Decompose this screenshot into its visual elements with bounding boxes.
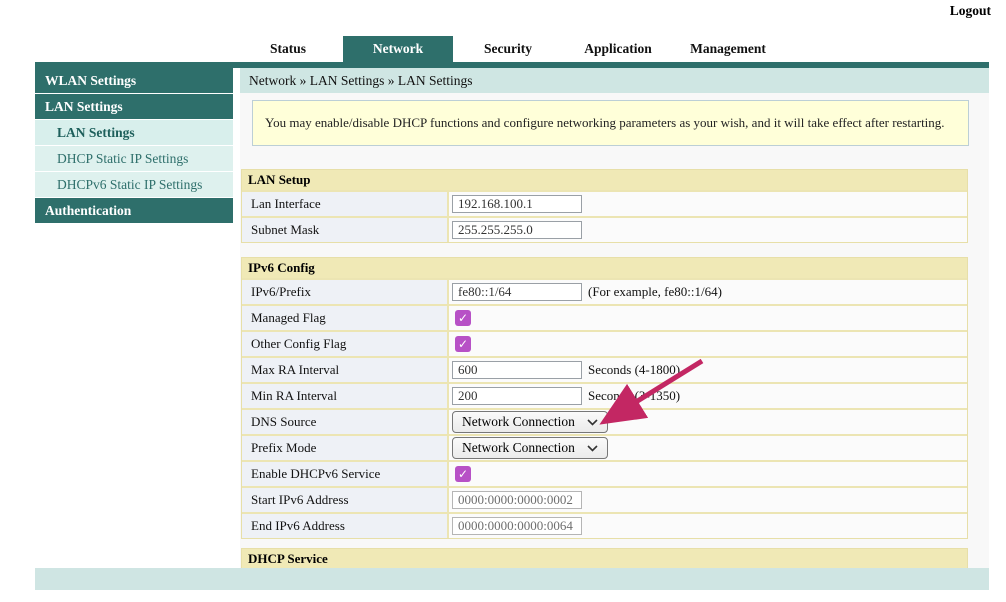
breadcrumb: Network » LAN Settings » LAN Settings (240, 68, 989, 93)
subnet-mask-input[interactable] (452, 221, 582, 239)
sidebar-item-authentication[interactable]: Authentication (35, 198, 233, 223)
managed-flag-checkbox[interactable] (455, 310, 471, 326)
table-row: Subnet Mask (242, 216, 967, 242)
end-ipv6-address-label: End IPv6 Address (242, 514, 449, 538)
dns-source-label: DNS Source (242, 410, 449, 434)
table-row: Enable DHCPv6 Service (242, 460, 967, 486)
tab-management[interactable]: Management (673, 36, 783, 62)
table-row: IPv6/Prefix (For example, fe80::1/64) (242, 278, 967, 304)
dns-source-selected-value: Network Connection (462, 414, 575, 430)
enable-dhcpv6-service-checkbox[interactable] (455, 466, 471, 482)
lan-setup-section-title: LAN Setup (242, 170, 967, 190)
ipv6-config-section: IPv6 Config IPv6/Prefix (For example, fe… (241, 257, 968, 539)
table-row: Prefix Mode Network Connection (242, 434, 967, 460)
table-row: End IPv6 Address (242, 512, 967, 538)
ipv6-config-section-title: IPv6 Config (242, 258, 967, 278)
table-row: Managed Flag (242, 304, 967, 330)
chevron-down-icon (587, 419, 598, 426)
min-ra-interval-input[interactable] (452, 387, 582, 405)
sidebar-item-dhcp-static-ip[interactable]: DHCP Static IP Settings (35, 146, 233, 171)
min-ra-interval-hint: Seconds (3-1350) (588, 388, 680, 404)
end-ipv6-address-input[interactable] (452, 517, 582, 535)
dns-source-select[interactable]: Network Connection (452, 411, 608, 433)
prefix-mode-select[interactable]: Network Connection (452, 437, 608, 459)
table-row: Other Config Flag (242, 330, 967, 356)
prefix-mode-label: Prefix Mode (242, 436, 449, 460)
managed-flag-label: Managed Flag (242, 306, 449, 330)
other-config-flag-checkbox[interactable] (455, 336, 471, 352)
max-ra-interval-input[interactable] (452, 361, 582, 379)
tab-network[interactable]: Network (343, 36, 453, 62)
tab-security[interactable]: Security (453, 36, 563, 62)
lan-setup-section: LAN Setup Lan Interface Subnet Mask (241, 169, 968, 243)
table-row: Max RA Interval Seconds (4-1800) (242, 356, 967, 382)
top-nav: Status Network Security Application Mana… (233, 36, 783, 62)
prefix-mode-selected-value: Network Connection (462, 440, 575, 456)
chevron-down-icon (587, 445, 598, 452)
start-ipv6-address-input[interactable] (452, 491, 582, 509)
max-ra-interval-label: Max RA Interval (242, 358, 449, 382)
sidebar-item-wlan-settings[interactable]: WLAN Settings (35, 68, 233, 93)
logout-link[interactable]: Logout (950, 3, 991, 19)
start-ipv6-address-label: Start IPv6 Address (242, 488, 449, 512)
tab-application[interactable]: Application (563, 36, 673, 62)
ipv6-prefix-input[interactable] (452, 283, 582, 301)
notice-box: You may enable/disable DHCP functions an… (252, 100, 969, 146)
sidebar-item-lan-settings[interactable]: LAN Settings (35, 120, 233, 145)
ipv6-prefix-hint: (For example, fe80::1/64) (588, 284, 722, 300)
tab-status[interactable]: Status (233, 36, 343, 62)
lan-interface-label: Lan Interface (242, 192, 449, 216)
other-config-flag-label: Other Config Flag (242, 332, 449, 356)
table-row: Min RA Interval Seconds (3-1350) (242, 382, 967, 408)
sidebar-item-lan-settings-group[interactable]: LAN Settings (35, 94, 233, 119)
min-ra-interval-label: Min RA Interval (242, 384, 449, 408)
table-row: Start IPv6 Address (242, 486, 967, 512)
table-row: Lan Interface (242, 190, 967, 216)
dhcp-service-section-title: DHCP Service (242, 549, 967, 569)
table-row: DNS Source Network Connection (242, 408, 967, 434)
notice-text: You may enable/disable DHCP functions an… (265, 115, 945, 131)
subnet-mask-label: Subnet Mask (242, 218, 449, 242)
sidebar-item-dhcpv6-static-ip[interactable]: DHCPv6 Static IP Settings (35, 172, 233, 197)
main-content: Network » LAN Settings » LAN Settings Yo… (240, 68, 989, 590)
enable-dhcpv6-service-label: Enable DHCPv6 Service (242, 462, 449, 486)
ipv6-prefix-label: IPv6/Prefix (242, 280, 449, 304)
footer-bar (35, 568, 989, 590)
dhcp-service-section: DHCP Service (241, 548, 968, 570)
lan-interface-input[interactable] (452, 195, 582, 213)
max-ra-interval-hint: Seconds (4-1800) (588, 362, 680, 378)
sidebar: WLAN Settings LAN Settings LAN Settings … (35, 68, 233, 224)
